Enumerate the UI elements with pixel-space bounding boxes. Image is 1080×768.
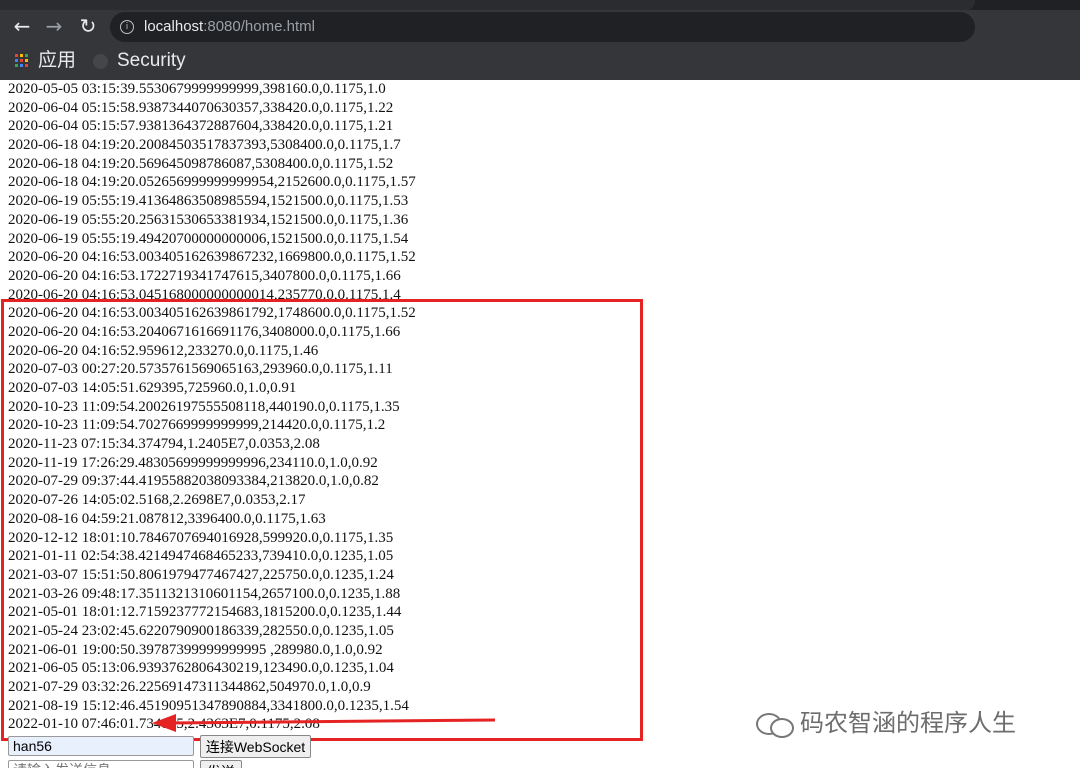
reload-icon[interactable]: ↻ bbox=[76, 14, 100, 38]
send-button[interactable]: 发送 bbox=[200, 760, 242, 768]
watermark-text: 码农智涵的程序人生 bbox=[800, 709, 1016, 737]
github-icon bbox=[93, 54, 108, 69]
tab-strip bbox=[0, 0, 1080, 10]
annotation-arrow-icon bbox=[152, 714, 496, 732]
wechat-icon bbox=[756, 710, 794, 738]
browser-toolbar: ← → ↻ i localhost:8080/home.html bbox=[0, 10, 1080, 44]
bookmarks-bar: 应用 Security bbox=[0, 44, 1080, 80]
active-tab[interactable] bbox=[0, 0, 975, 10]
info-icon[interactable]: i bbox=[120, 20, 134, 34]
browser-chrome: ← → ↻ i localhost:8080/home.html 应用 Secu… bbox=[0, 0, 1080, 80]
watermark: 码农智涵的程序人生 bbox=[756, 703, 1016, 738]
username-input[interactable] bbox=[8, 736, 194, 756]
connect-websocket-button[interactable]: 连接WebSocket bbox=[200, 735, 311, 758]
message-input[interactable] bbox=[8, 760, 194, 768]
url-host: localhost bbox=[144, 18, 204, 35]
page-content: 2020-05-05 03:15:39.5530679999999999,398… bbox=[0, 80, 1080, 768]
bookmark-security[interactable]: Security bbox=[117, 50, 186, 72]
forward-arrow-icon[interactable]: → bbox=[42, 14, 66, 38]
address-bar[interactable]: i localhost:8080/home.html bbox=[110, 12, 975, 42]
back-arrow-icon[interactable]: ← bbox=[10, 14, 34, 38]
url-path: :8080/home.html bbox=[203, 18, 315, 35]
bookmark-apps[interactable]: 应用 bbox=[38, 50, 76, 72]
url-text: localhost:8080/home.html bbox=[144, 18, 315, 35]
apps-grid-icon[interactable] bbox=[15, 54, 30, 69]
